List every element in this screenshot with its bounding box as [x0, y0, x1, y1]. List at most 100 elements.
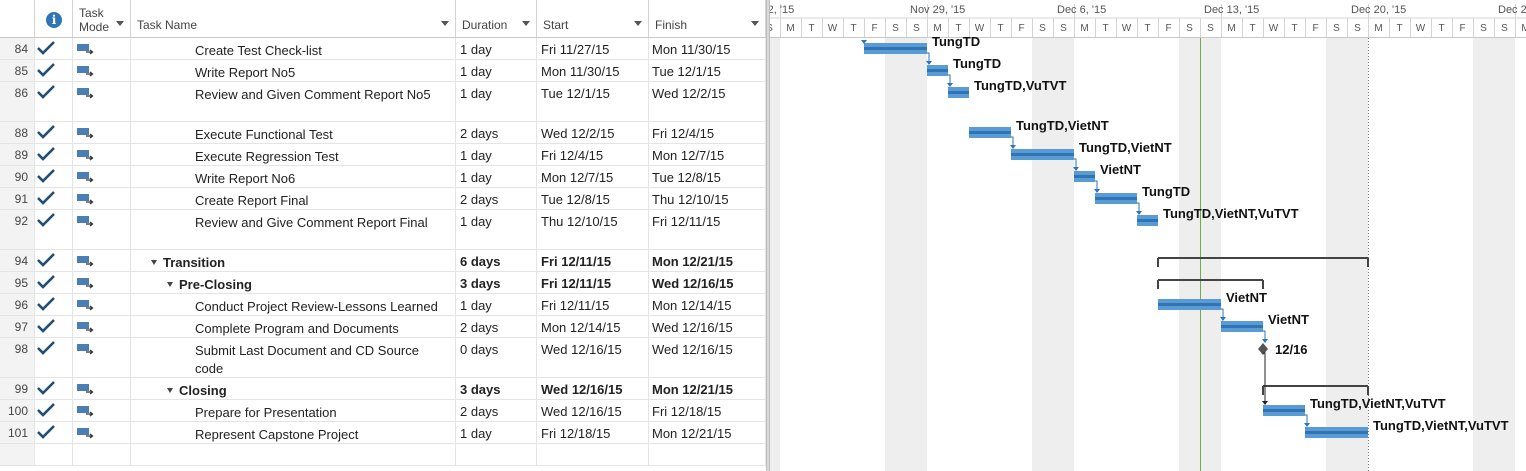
row-number[interactable]: 96 — [0, 294, 35, 315]
finish-cell[interactable]: Wed 12/16/15 — [649, 272, 766, 293]
task-mode-cell[interactable] — [73, 400, 131, 421]
start-cell[interactable]: Fri 12/18/15 — [537, 422, 649, 443]
task-mode-cell[interactable] — [73, 294, 131, 315]
task-mode-cell[interactable] — [73, 38, 131, 59]
table-row[interactable]: 85 Write Report No5 1 day Mon 11/30/15 Tue 1… — [0, 60, 766, 82]
chevron-down-icon[interactable] — [751, 21, 759, 26]
header-row-number[interactable] — [0, 0, 35, 38]
row-number[interactable]: 84 — [0, 38, 35, 59]
header-duration[interactable]: Duration — [456, 0, 537, 38]
finish-cell[interactable] — [649, 444, 766, 465]
start-cell[interactable]: Fri 11/27/15 — [537, 38, 649, 59]
table-row[interactable]: 92 Review and Give Comment Report Final 1 … — [0, 210, 766, 250]
chevron-down-icon[interactable] — [522, 21, 530, 26]
start-cell[interactable]: Wed 12/2/15 — [537, 122, 649, 143]
task-name-cell[interactable]: Write Report No6 — [131, 166, 456, 187]
table-row[interactable]: 91 Create Report Final 2 days Tue 12/8/15 Th… — [0, 188, 766, 210]
collapse-triangle-icon[interactable] — [151, 260, 157, 265]
row-number[interactable]: 88 — [0, 122, 35, 143]
task-name-cell[interactable]: Conduct Project Review-Lessons Learned — [131, 294, 456, 315]
finish-cell[interactable]: Fri 12/18/15 — [649, 400, 766, 421]
finish-cell[interactable]: Wed 12/2/15 — [649, 82, 766, 121]
table-row[interactable]: 101 Represent Capstone Project 1 day Fri 12… — [0, 422, 766, 444]
table-row[interactable]: 98 Submit Last Document and CD Source cod… — [0, 338, 766, 378]
start-cell[interactable]: Wed 12/16/15 — [537, 400, 649, 421]
task-mode-cell[interactable] — [73, 338, 131, 377]
task-mode-cell[interactable] — [73, 250, 131, 271]
row-number[interactable] — [0, 444, 35, 465]
task-mode-cell[interactable] — [73, 272, 131, 293]
table-row[interactable]: 84 Create Test Check-list 1 day Fri 11/27/1… — [0, 38, 766, 60]
task-name-cell[interactable]: Pre-Closing — [131, 272, 456, 293]
duration-cell[interactable]: 2 days — [456, 316, 537, 337]
start-cell[interactable]: Wed 12/16/15 — [537, 378, 649, 399]
row-number[interactable]: 86 — [0, 82, 35, 121]
start-cell[interactable]: Fri 12/11/15 — [537, 250, 649, 271]
row-number[interactable]: 91 — [0, 188, 35, 209]
table-row[interactable]: 94 Transition 6 days Fri 12/11/15 Mon 12/21/… — [0, 250, 766, 272]
row-number[interactable]: 97 — [0, 316, 35, 337]
table-row[interactable]: 96 Conduct Project Review-Lessons Learned… — [0, 294, 766, 316]
start-cell[interactable]: Tue 12/1/15 — [537, 82, 649, 121]
task-mode-cell[interactable] — [73, 188, 131, 209]
task-name-cell[interactable]: Represent Capstone Project — [131, 422, 456, 443]
table-row[interactable]: 88 Execute Functional Test 2 days Wed 12/2/… — [0, 122, 766, 144]
task-name-cell[interactable]: Review and Give Comment Report Final — [131, 210, 456, 249]
table-row[interactable]: 89 Execute Regression Test 1 day Fri 12/4/1… — [0, 144, 766, 166]
start-cell[interactable]: Fri 12/11/15 — [537, 294, 649, 315]
task-mode-cell[interactable] — [73, 210, 131, 249]
finish-cell[interactable]: Mon 12/21/15 — [649, 378, 766, 399]
duration-cell[interactable] — [456, 444, 537, 465]
chevron-down-icon[interactable] — [441, 21, 449, 26]
start-cell[interactable]: Wed 12/16/15 — [537, 338, 649, 377]
duration-cell[interactable]: 2 days — [456, 188, 537, 209]
finish-cell[interactable]: Wed 12/16/15 — [649, 338, 766, 377]
row-number[interactable]: 94 — [0, 250, 35, 271]
row-number[interactable]: 98 — [0, 338, 35, 377]
task-name-cell[interactable]: Review and Given Comment Report No5 — [131, 82, 456, 121]
start-cell[interactable]: Fri 12/4/15 — [537, 144, 649, 165]
duration-cell[interactable]: 1 day — [456, 82, 537, 121]
start-cell[interactable]: Mon 12/7/15 — [537, 166, 649, 187]
duration-cell[interactable]: 1 day — [456, 166, 537, 187]
collapse-triangle-icon[interactable] — [167, 388, 173, 393]
task-name-cell[interactable]: Closing — [131, 378, 456, 399]
header-indicators[interactable]: i — [35, 0, 73, 38]
task-mode-cell[interactable] — [73, 144, 131, 165]
start-cell[interactable]: Fri 12/11/15 — [537, 272, 649, 293]
header-task-name[interactable]: Task Name — [131, 0, 456, 38]
task-mode-cell[interactable] — [73, 378, 131, 399]
row-number[interactable]: 89 — [0, 144, 35, 165]
task-mode-cell[interactable] — [73, 82, 131, 121]
task-mode-cell[interactable] — [73, 422, 131, 443]
chevron-down-icon[interactable] — [634, 21, 642, 26]
finish-cell[interactable]: Wed 12/16/15 — [649, 316, 766, 337]
table-row[interactable]: 97 Complete Program and Documents 2 days Mo… — [0, 316, 766, 338]
duration-cell[interactable]: 6 days — [456, 250, 537, 271]
duration-cell[interactable]: 1 day — [456, 210, 537, 249]
duration-cell[interactable]: 1 day — [456, 38, 537, 59]
start-cell[interactable] — [537, 444, 649, 465]
duration-cell[interactable]: 1 day — [456, 422, 537, 443]
row-number[interactable]: 100 — [0, 400, 35, 421]
duration-cell[interactable]: 2 days — [456, 122, 537, 143]
collapse-triangle-icon[interactable] — [167, 282, 173, 287]
task-name-cell[interactable] — [131, 444, 456, 465]
duration-cell[interactable]: 1 day — [456, 294, 537, 315]
task-name-cell[interactable]: Create Report Final — [131, 188, 456, 209]
row-number[interactable]: 101 — [0, 422, 35, 443]
table-row[interactable]: 86 Review and Given Comment Report No5 1 d… — [0, 82, 766, 122]
task-name-cell[interactable]: Prepare for Presentation — [131, 400, 456, 421]
task-name-cell[interactable]: Execute Functional Test — [131, 122, 456, 143]
header-start[interactable]: Start — [537, 0, 649, 38]
duration-cell[interactable]: 0 days — [456, 338, 537, 377]
task-mode-cell[interactable] — [73, 316, 131, 337]
finish-cell[interactable]: Mon 12/21/15 — [649, 250, 766, 271]
finish-cell[interactable]: Tue 12/1/15 — [649, 60, 766, 81]
duration-cell[interactable]: 1 day — [456, 144, 537, 165]
finish-cell[interactable]: Fri 12/11/15 — [649, 210, 766, 249]
header-finish[interactable]: Finish — [649, 0, 766, 38]
task-mode-cell[interactable] — [73, 122, 131, 143]
start-cell[interactable]: Tue 12/8/15 — [537, 188, 649, 209]
row-number[interactable]: 99 — [0, 378, 35, 399]
